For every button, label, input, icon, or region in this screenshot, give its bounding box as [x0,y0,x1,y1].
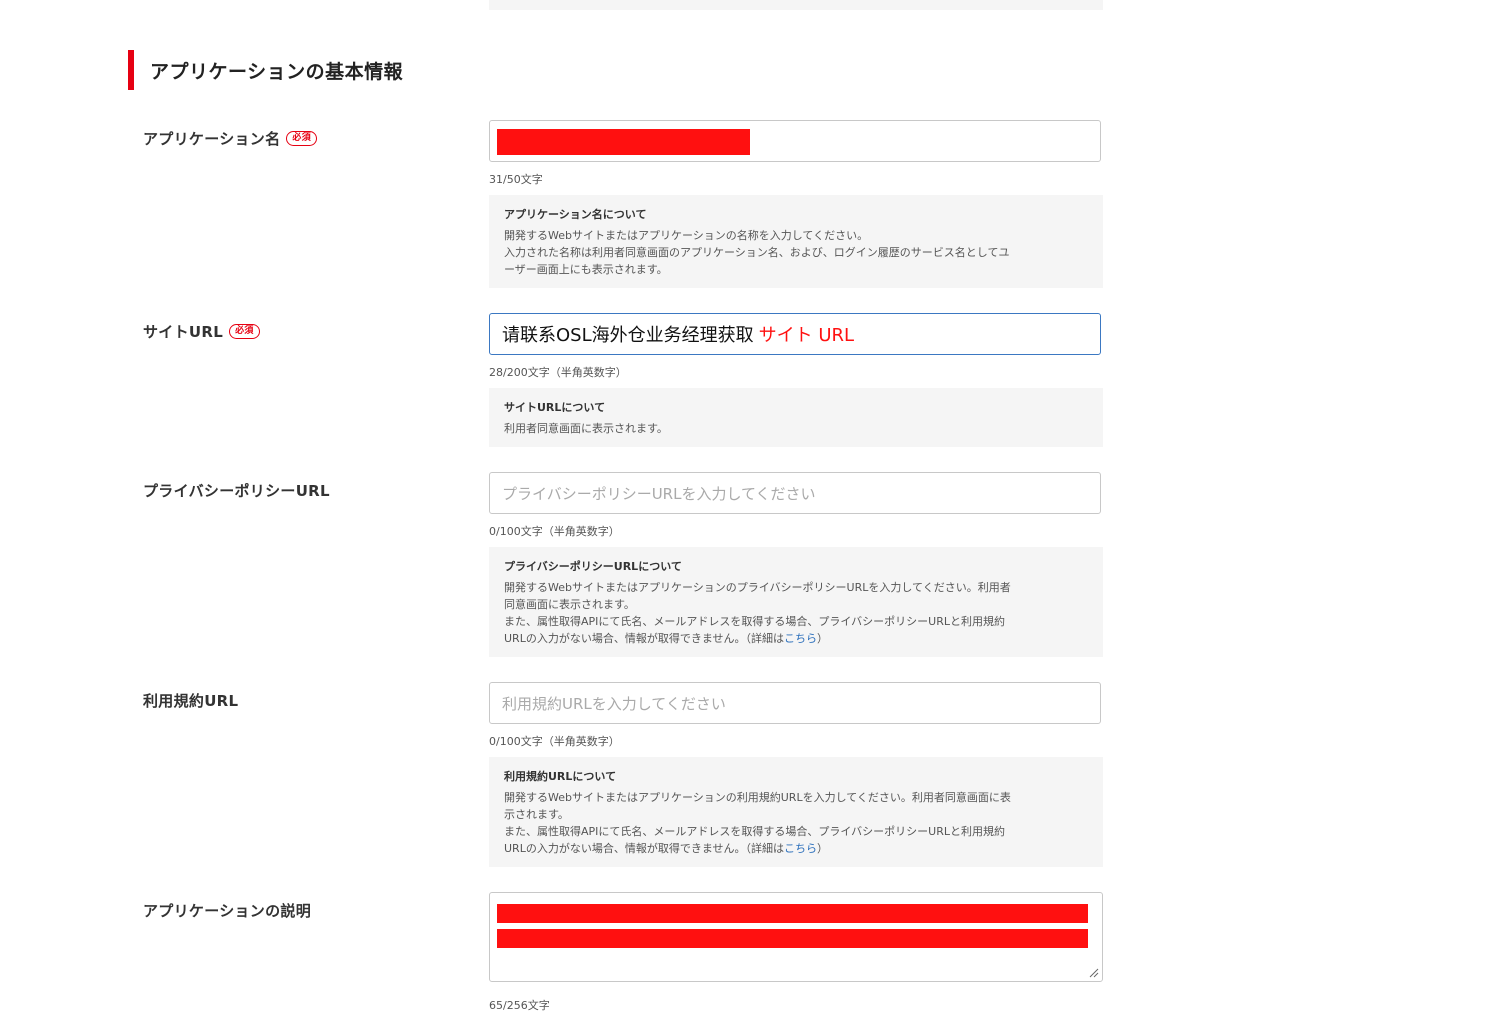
redacted-app-name [497,129,750,155]
app-name-help-line: 開発するWebサイトまたはアプリケーションの名称を入力してください。 [504,229,869,242]
privacy-url-help-line: 開発するWebサイトまたはアプリケーションのプライバシーポリシーURLを入力して… [504,581,1011,594]
site-url-help-line: 利用者同意画面に表示されます。 [504,422,668,435]
terms-url-help-last-prefix: URLの入力がない場合、情報が取得できません。（詳細は [504,842,784,855]
section-accent-bar [128,50,134,90]
site-url-input[interactable]: 请联系OSL海外仓业务经理获取 サイト URL [489,313,1101,355]
page: アプリケーションの基本情報 アプリケーション名 必須 31/50文字 アプリケー… [0,0,1485,1026]
terms-url-help: 利用規約URLについて 開発するWebサイトまたはアプリケーションの利用規約UR… [489,757,1103,867]
privacy-url-counter: 0/100文字（半角英数字） [489,525,620,538]
privacy-url-label-text: プライバシーポリシーURL [143,482,330,500]
app-name-counter: 31/50文字 [489,173,543,186]
resize-grip-icon[interactable] [1089,968,1099,978]
terms-url-input[interactable]: 利用規約URLを入力してください [489,682,1101,724]
site-url-value-highlight: サイト URL [758,325,855,346]
app-name-help-title: アプリケーション名について [504,208,647,221]
privacy-url-help-title: プライバシーポリシーURLについて [504,560,682,573]
app-name-input[interactable] [489,120,1101,162]
terms-url-label: 利用規約URL [143,690,238,711]
section-title: アプリケーションの基本情報 [150,60,404,83]
required-badge: 必須 [229,324,260,339]
site-url-label-text: サイトURL [143,323,224,341]
site-url-help: サイトURLについて 利用者同意画面に表示されます。 [489,388,1103,447]
site-url-counter: 28/200文字（半角英数字） [489,366,627,379]
app-name-label: アプリケーション名 必須 [143,128,318,149]
privacy-url-help-last-suffix: ） [817,632,828,645]
privacy-url-help: プライバシーポリシーURLについて 開発するWebサイトまたはアプリケーションの… [489,547,1103,657]
site-url-label: サイトURL 必須 [143,321,260,342]
terms-url-help-last-line: URLの入力がない場合、情報が取得できません。（詳細はこちら） [504,840,1088,857]
terms-url-counter: 0/100文字（半角英数字） [489,735,620,748]
privacy-url-help-line: 同意画面に表示されます。 [504,598,635,611]
privacy-url-placeholder: プライバシーポリシーURLを入力してください [502,484,816,503]
app-name-help-line: 入力された名称は利用者同意画面のアプリケーション名、および、ログイン履歴のサービ… [504,246,1010,259]
terms-url-help-line: また、属性取得APIにて氏名、メールアドレスを取得する場合、プライバシーポリシー… [504,825,1006,838]
app-name-help: アプリケーション名について 開発するWebサイトまたはアプリケーションの名称を入… [489,195,1103,288]
privacy-url-help-last-prefix: URLの入力がない場合、情報が取得できません。（詳細は [504,632,784,645]
description-counter: 65/256文字 [489,999,550,1012]
description-textarea[interactable] [489,892,1103,982]
privacy-url-help-line: また、属性取得APIにて氏名、メールアドレスを取得する場合、プライバシーポリシー… [504,615,1006,628]
terms-url-label-text: 利用規約URL [143,692,239,710]
app-name-help-line: ーザー画面上にも表示されます。 [504,263,668,276]
section-heading: アプリケーションの基本情報 [128,50,403,90]
previous-section-box [489,0,1103,10]
site-url-help-title: サイトURLについて [504,401,606,414]
privacy-url-input[interactable]: プライバシーポリシーURLを入力してください [489,472,1101,514]
privacy-details-link[interactable]: こちら [784,632,817,645]
description-label: アプリケーションの説明 [143,900,311,921]
privacy-url-label: プライバシーポリシーURL [143,480,330,501]
terms-url-help-last-suffix: ） [817,842,828,855]
privacy-url-help-last-line: URLの入力がない場合、情報が取得できません。（詳細はこちら） [504,630,1088,647]
redacted-description-line-1 [497,904,1088,923]
required-badge: 必須 [286,131,318,146]
description-label-text: アプリケーションの説明 [143,902,312,920]
terms-details-link[interactable]: こちら [784,842,817,855]
terms-url-help-line: 開発するWebサイトまたはアプリケーションの利用規約URLを入力してください。利… [504,791,1011,804]
redacted-description-line-2 [497,929,1088,948]
terms-url-placeholder: 利用規約URLを入力してください [502,694,726,713]
site-url-value: 请联系OSL海外仓业务经理获取 [502,325,754,346]
terms-url-help-line: 示されます。 [504,808,569,821]
terms-url-help-title: 利用規約URLについて [504,770,617,783]
app-name-label-text: アプリケーション名 [143,130,281,148]
